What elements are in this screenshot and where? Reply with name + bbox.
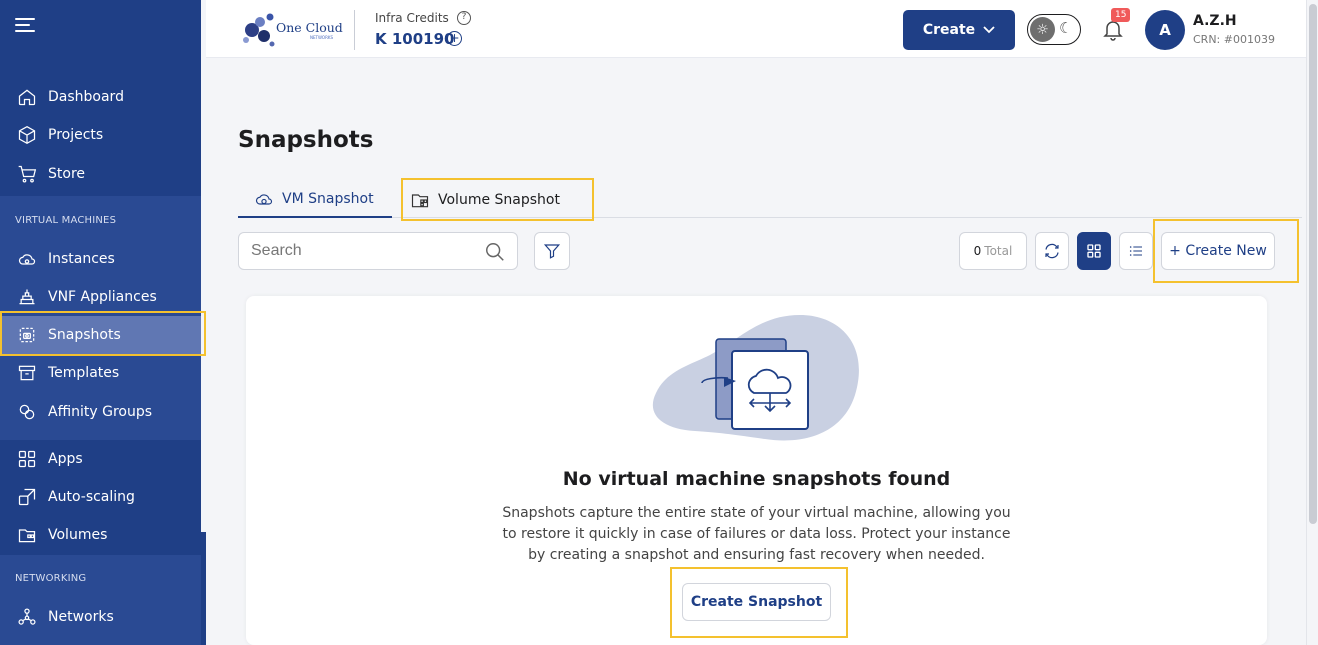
empty-state-title: No virtual machine snapshots found bbox=[562, 468, 951, 490]
apps-icon bbox=[16, 448, 38, 470]
grid-icon bbox=[1087, 244, 1101, 258]
sidebar-item-label: Projects bbox=[48, 127, 104, 143]
section-label-vm: VIRTUAL MACHINES bbox=[15, 215, 117, 226]
sidebar-item-label: Affinity Groups bbox=[48, 404, 153, 420]
cart-icon bbox=[16, 163, 38, 185]
volume-icon bbox=[16, 524, 38, 546]
notification-badge: 15 bbox=[1111, 8, 1131, 22]
sidebar-item-label: Apps bbox=[48, 451, 83, 467]
list-icon bbox=[1129, 246, 1142, 256]
cloud-icon bbox=[16, 248, 38, 270]
tabs-divider bbox=[238, 217, 1302, 218]
archive-icon bbox=[16, 362, 38, 384]
tab-label: VM Snapshot bbox=[282, 191, 374, 207]
search-icon[interactable] bbox=[484, 241, 506, 263]
home-icon bbox=[16, 86, 38, 108]
brand-tagline: NETWORKS bbox=[310, 35, 334, 40]
filter-button[interactable] bbox=[534, 232, 570, 270]
sidebar-item-label: Networks bbox=[48, 609, 114, 625]
avatar[interactable]: A bbox=[1145, 10, 1185, 50]
page-scrollbar[interactable] bbox=[1306, 0, 1318, 645]
tab-vm-snapshot[interactable]: VM Snapshot bbox=[238, 182, 392, 218]
highlight-create-new bbox=[1153, 219, 1299, 283]
user-name[interactable]: A.Z.H bbox=[1193, 13, 1237, 29]
sidebar-item-dashboard[interactable]: Dashboard bbox=[0, 78, 201, 116]
empty-state-description: Snapshots capture the entire state of yo… bbox=[502, 505, 1011, 563]
sidebar-item-apps[interactable]: Apps bbox=[0, 440, 201, 478]
scrollbar-thumb[interactable] bbox=[1309, 4, 1317, 524]
highlight-volume-tab bbox=[401, 178, 594, 221]
sidebar-item-projects[interactable]: Projects bbox=[0, 116, 201, 154]
cloud-sync-icon bbox=[256, 194, 273, 205]
chevron-down-icon bbox=[983, 26, 995, 34]
theme-toggle[interactable]: ☼ ☾ bbox=[1027, 14, 1081, 45]
firewall-icon bbox=[16, 286, 38, 308]
help-icon[interactable]: ? bbox=[457, 11, 471, 25]
autoscale-icon bbox=[16, 486, 38, 508]
filter-icon bbox=[543, 244, 561, 259]
sidebar-item-instances[interactable]: Instances bbox=[0, 240, 201, 278]
page-title: Snapshots bbox=[238, 127, 374, 153]
sidebar-item-label: Auto-scaling bbox=[48, 489, 135, 505]
create-label: Create bbox=[922, 22, 976, 38]
group-icon bbox=[16, 401, 38, 423]
sidebar-item-label: Store bbox=[48, 166, 86, 182]
total-number: 0 bbox=[973, 244, 982, 258]
credits-value: K 100190 bbox=[375, 30, 455, 48]
sidebar-scrollbar[interactable] bbox=[201, 0, 206, 532]
snapshot-illustration-icon bbox=[652, 315, 859, 441]
sidebar-item-label: Instances bbox=[48, 251, 115, 267]
search-input[interactable] bbox=[239, 233, 479, 269]
sidebar-item-networks[interactable]: Networks bbox=[0, 598, 201, 636]
sidebar-item-label: Templates bbox=[48, 365, 120, 381]
section-label-networking: NETWORKING bbox=[15, 573, 87, 584]
sidebar-item-label: Volumes bbox=[48, 527, 108, 543]
brand-name: One Cloud bbox=[276, 20, 343, 35]
sidebar-item-volumes[interactable]: Volumes bbox=[0, 516, 201, 554]
refresh-icon bbox=[1045, 243, 1059, 259]
highlight-snapshots bbox=[0, 311, 206, 356]
list-view-button[interactable] bbox=[1119, 232, 1153, 270]
total-label: Total bbox=[984, 244, 1013, 258]
total-count: 0 Total bbox=[959, 232, 1027, 270]
create-dropdown-button[interactable]: Create bbox=[903, 10, 1015, 50]
highlight-create-snapshot bbox=[670, 567, 848, 638]
sun-icon: ☼ bbox=[1030, 17, 1055, 42]
sidebar-item-templates[interactable]: Templates bbox=[0, 354, 201, 392]
refresh-button[interactable] bbox=[1035, 232, 1069, 270]
search-box bbox=[238, 232, 518, 270]
moon-icon: ☾ bbox=[1059, 19, 1073, 37]
sidebar-item-label: Dashboard bbox=[48, 89, 124, 105]
sidebar-item-auto-scaling[interactable]: Auto-scaling bbox=[0, 478, 201, 516]
add-credits-icon[interactable]: + bbox=[447, 31, 462, 46]
sidebar-item-affinity-groups[interactable]: Affinity Groups bbox=[0, 393, 201, 431]
credits-label: Infra Credits bbox=[375, 11, 449, 25]
sidebar-item-store[interactable]: Store bbox=[0, 155, 201, 193]
menu-icon[interactable] bbox=[15, 18, 35, 32]
header-divider bbox=[354, 10, 355, 50]
grid-view-button[interactable] bbox=[1077, 232, 1111, 270]
top-header: One Cloud NETWORKS Infra Credits ? K 100… bbox=[206, 0, 1306, 58]
cube-icon bbox=[16, 124, 38, 146]
network-icon bbox=[16, 606, 38, 628]
sidebar-item-label: VNF Appliances bbox=[48, 289, 157, 305]
user-crn: CRN: #001039 bbox=[1193, 33, 1275, 46]
